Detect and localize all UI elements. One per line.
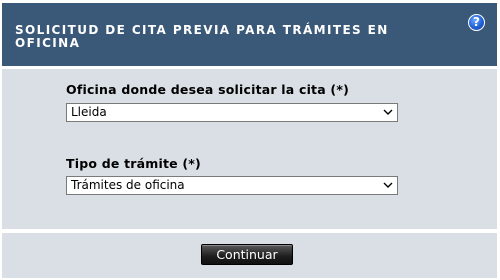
office-label: Oficina donde desea solicitar la cita (*…	[66, 82, 349, 97]
page-title: SOLICITUD DE CITA PREVIA PARA TRÁMITES E…	[15, 23, 389, 50]
procedure-select[interactable]: Trámites de oficina	[66, 176, 398, 195]
chevron-down-icon	[383, 109, 393, 115]
appointment-panel: SOLICITUD DE CITA PREVIA PARA TRÁMITES E…	[2, 3, 497, 278]
chevron-down-icon	[383, 182, 393, 188]
continue-button[interactable]: Continuar	[201, 244, 293, 265]
office-select[interactable]: Lleida	[66, 103, 398, 122]
form-area: Oficina donde desea solicitar la cita (*…	[2, 69, 497, 233]
procedure-label: Tipo de trámite (*)	[66, 156, 201, 171]
procedure-select-value: Trámites de oficina	[71, 178, 185, 192]
office-select-value: Lleida	[71, 105, 107, 119]
panel-header: SOLICITUD DE CITA PREVIA PARA TRÁMITES E…	[2, 3, 497, 69]
panel-footer: Continuar	[2, 233, 497, 278]
help-icon[interactable]: ?	[468, 14, 485, 31]
